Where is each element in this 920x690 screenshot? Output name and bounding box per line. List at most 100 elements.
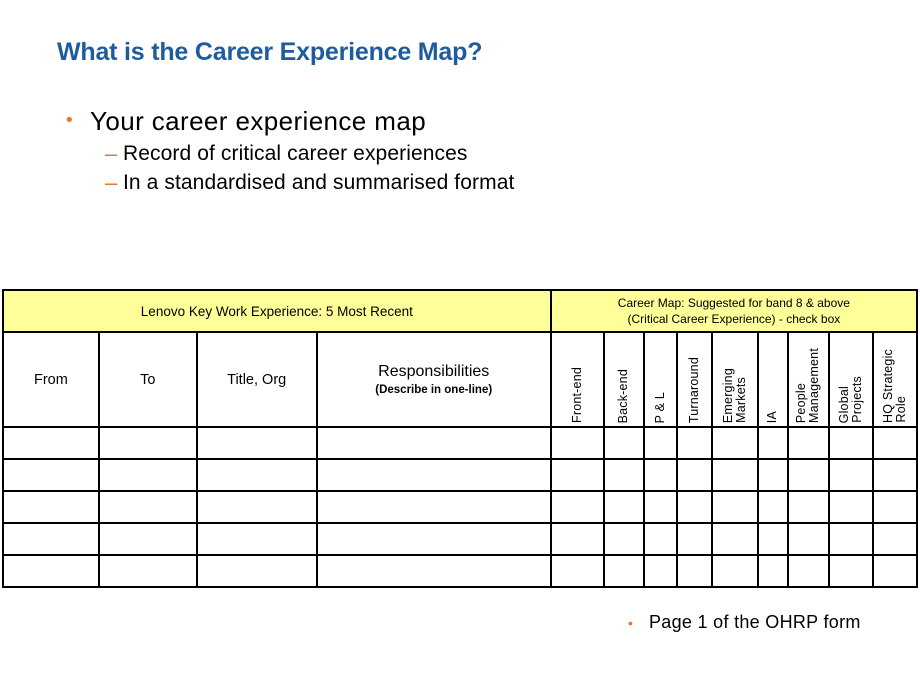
cell-title-org[interactable]: [195, 554, 318, 588]
cell-front-end-checkbox[interactable]: [549, 554, 606, 588]
cell-title-org[interactable]: [195, 522, 318, 556]
column-header-responsibilities-sub: (Describe in one-line): [375, 384, 493, 396]
column-header-emerging-markets-line2: Markets: [733, 377, 748, 423]
band-header-right: Career Map: Suggested for band 8 & above…: [549, 289, 919, 333]
column-header-responsibilities-label: Responsibilities: [378, 363, 490, 380]
cell-global-projects-checkbox[interactable]: [828, 458, 875, 492]
column-header-turnaround: Turnaround: [675, 331, 714, 428]
cell-responsibilities[interactable]: [315, 458, 552, 492]
cell-to[interactable]: [97, 458, 198, 492]
footer-note-label: Page 1 of the OHRP form: [649, 612, 861, 632]
list-item-label: Record of critical career experiences: [123, 142, 468, 165]
column-header-to: To: [97, 331, 198, 428]
table-band-header-row: Lenovo Key Work Experience: 5 Most Recen…: [2, 289, 919, 333]
column-header-emerging-markets: Emerging Markets: [711, 331, 759, 428]
cell-ia-checkbox[interactable]: [756, 522, 789, 556]
cell-hq-strategic-role-checkbox[interactable]: [872, 458, 918, 492]
column-header-global-projects: Global Projects: [828, 331, 875, 428]
cell-responsibilities[interactable]: [315, 554, 552, 588]
column-header-title-org: Title, Org: [195, 331, 318, 428]
cell-turnaround-checkbox[interactable]: [675, 522, 714, 556]
cell-p-and-l-checkbox[interactable]: [642, 490, 678, 524]
cell-hq-strategic-role-checkbox[interactable]: [872, 522, 918, 556]
page-title: What is the Career Experience Map?: [57, 38, 483, 66]
cell-from[interactable]: [2, 554, 100, 588]
cell-hq-strategic-role-checkbox[interactable]: [872, 554, 918, 588]
cell-people-management-checkbox[interactable]: [786, 490, 831, 524]
cell-front-end-checkbox[interactable]: [549, 458, 606, 492]
cell-back-end-checkbox[interactable]: [603, 458, 645, 492]
cell-p-and-l-checkbox[interactable]: [642, 522, 678, 556]
cell-emerging-markets-checkbox[interactable]: [711, 522, 759, 556]
cell-responsibilities[interactable]: [315, 490, 552, 524]
footer-note: • Page 1 of the OHRP form: [628, 612, 861, 633]
cell-hq-strategic-role-checkbox[interactable]: [872, 490, 918, 524]
column-header-p-and-l: P & L: [642, 331, 678, 428]
cell-front-end-checkbox[interactable]: [549, 426, 606, 460]
cell-global-projects-checkbox[interactable]: [828, 554, 875, 588]
cell-ia-checkbox[interactable]: [756, 458, 789, 492]
table-row: [2, 554, 918, 588]
cell-p-and-l-checkbox[interactable]: [642, 426, 678, 460]
table-row: [2, 522, 918, 556]
cell-people-management-checkbox[interactable]: [786, 458, 831, 492]
list-item: • Your career experience map: [66, 104, 686, 138]
cell-from[interactable]: [2, 458, 100, 492]
cell-emerging-markets-checkbox[interactable]: [711, 426, 759, 460]
cell-p-and-l-checkbox[interactable]: [642, 554, 678, 588]
column-header-from: From: [2, 331, 100, 428]
band-header-right-line1: Career Map: Suggested for band 8 & above: [617, 296, 850, 310]
cell-global-projects-checkbox[interactable]: [828, 490, 875, 524]
table-row: [2, 458, 918, 492]
cell-turnaround-checkbox[interactable]: [675, 426, 714, 460]
cell-front-end-checkbox[interactable]: [549, 490, 606, 524]
list-item-label: Your career experience map: [90, 106, 427, 136]
cell-front-end-checkbox[interactable]: [549, 522, 606, 556]
column-header-people-management-line2: Management: [807, 348, 822, 423]
cell-back-end-checkbox[interactable]: [603, 522, 645, 556]
cell-turnaround-checkbox[interactable]: [675, 458, 714, 492]
band-header-right-line2: (Critical Career Experience) - check box: [627, 312, 841, 326]
cell-to[interactable]: [97, 490, 198, 524]
bullet-dot-icon: •: [628, 615, 633, 631]
cell-people-management-checkbox[interactable]: [786, 426, 831, 460]
cell-title-org[interactable]: [195, 426, 318, 460]
column-header-front-end-label: Front-end: [569, 367, 584, 423]
bullet-dot-icon: •: [66, 110, 73, 131]
bullet-dash-icon: –: [105, 141, 118, 166]
cell-title-org[interactable]: [195, 458, 318, 492]
cell-turnaround-checkbox[interactable]: [675, 554, 714, 588]
list-item: – In a standardised and summarised forma…: [105, 169, 686, 197]
band-header-left: Lenovo Key Work Experience: 5 Most Recen…: [2, 289, 552, 333]
cell-emerging-markets-checkbox[interactable]: [711, 490, 759, 524]
cell-ia-checkbox[interactable]: [756, 490, 789, 524]
cell-global-projects-checkbox[interactable]: [828, 426, 875, 460]
cell-back-end-checkbox[interactable]: [603, 490, 645, 524]
cell-ia-checkbox[interactable]: [756, 426, 789, 460]
column-header-hq-strategic-role-line2: Role: [894, 396, 909, 423]
cell-ia-checkbox[interactable]: [756, 554, 789, 588]
column-header-front-end: Front-end: [549, 331, 606, 428]
cell-to[interactable]: [97, 554, 198, 588]
cell-p-and-l-checkbox[interactable]: [642, 458, 678, 492]
cell-hq-strategic-role-checkbox[interactable]: [872, 426, 918, 460]
cell-responsibilities[interactable]: [315, 426, 552, 460]
list-item-label: In a standardised and summarised format: [123, 171, 515, 194]
cell-from[interactable]: [2, 522, 100, 556]
cell-turnaround-checkbox[interactable]: [675, 490, 714, 524]
cell-emerging-markets-checkbox[interactable]: [711, 458, 759, 492]
cell-emerging-markets-checkbox[interactable]: [711, 554, 759, 588]
cell-responsibilities[interactable]: [315, 522, 552, 556]
cell-to[interactable]: [97, 522, 198, 556]
cell-from[interactable]: [2, 426, 100, 460]
cell-from[interactable]: [2, 490, 100, 524]
cell-global-projects-checkbox[interactable]: [828, 522, 875, 556]
cell-people-management-checkbox[interactable]: [786, 522, 831, 556]
column-header-ia-label: IA: [765, 410, 780, 423]
cell-title-org[interactable]: [195, 490, 318, 524]
column-header-turnaround-label: Turnaround: [686, 356, 701, 423]
cell-people-management-checkbox[interactable]: [786, 554, 831, 588]
cell-back-end-checkbox[interactable]: [603, 554, 645, 588]
cell-back-end-checkbox[interactable]: [603, 426, 645, 460]
cell-to[interactable]: [97, 426, 198, 460]
